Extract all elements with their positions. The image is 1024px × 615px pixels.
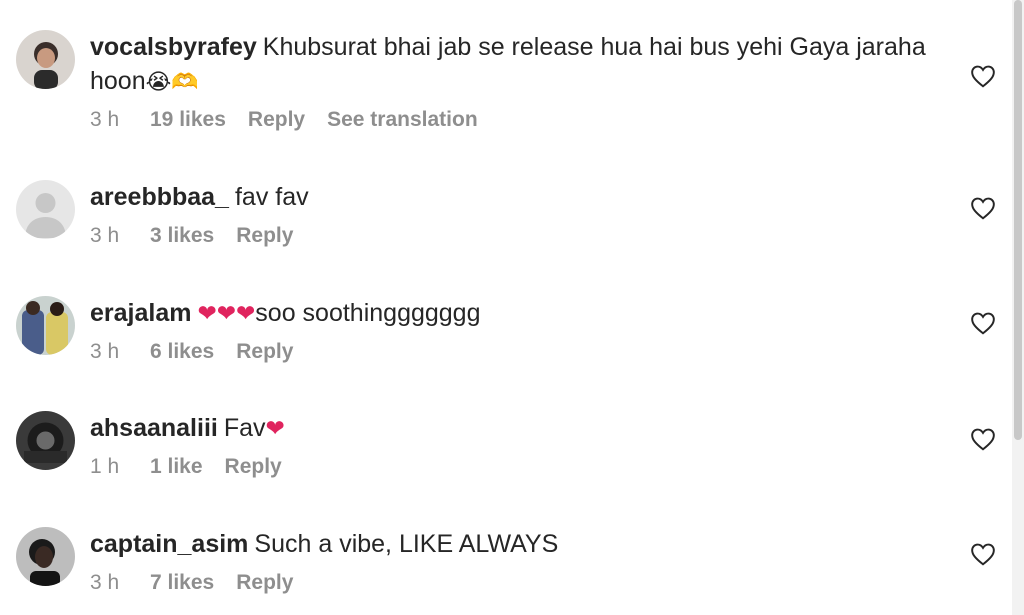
comment-likes[interactable]: 19 likes: [150, 108, 226, 132]
comment-body: soo soothinggggggg: [255, 299, 481, 327]
avatar[interactable]: [16, 411, 75, 470]
avatar[interactable]: [16, 30, 75, 89]
comment-text: captain_asim Such a vibe, LIKE ALWAYS: [90, 527, 950, 561]
comment-emoji: ❤❤❤: [197, 300, 256, 326]
comment-time: 3 h: [90, 571, 120, 594]
scrollbar-thumb[interactable]: [1014, 0, 1022, 440]
comment-meta: 3 h 6 likes Reply: [90, 340, 315, 364]
heart-outline-icon: [971, 65, 995, 88]
reply-button[interactable]: Reply: [225, 455, 282, 479]
avatar-photo-icon: [16, 411, 75, 470]
comment-username[interactable]: captain_asim: [90, 530, 248, 558]
avatar[interactable]: [16, 180, 75, 239]
reply-button[interactable]: Reply: [236, 340, 293, 364]
comment-text: areebbbaa_ fav fav: [90, 180, 950, 214]
comment-emoji: ❤: [265, 415, 285, 441]
scrollbar[interactable]: [1012, 0, 1024, 615]
like-button[interactable]: [970, 311, 996, 335]
comment-time: 1 h: [90, 455, 120, 478]
like-button[interactable]: [970, 542, 996, 566]
comment-emoji: 😭🫶: [145, 69, 199, 94]
comment-meta: 3 h 3 likes Reply: [90, 224, 315, 248]
avatar-photo-icon: [16, 527, 75, 586]
reply-button[interactable]: Reply: [236, 571, 293, 595]
heart-outline-icon: [971, 543, 995, 566]
comment-meta: 3 h 7 likes Reply: [90, 571, 315, 595]
like-button[interactable]: [970, 64, 996, 88]
avatar[interactable]: [16, 527, 75, 586]
comment-likes[interactable]: 3 likes: [150, 224, 214, 248]
comment-body: Fav: [223, 414, 266, 442]
heart-outline-icon: [971, 312, 995, 335]
reply-button[interactable]: Reply: [248, 108, 305, 132]
comment-time: 3 h: [90, 224, 120, 247]
comment-username[interactable]: erajalam: [90, 299, 191, 327]
comment-likes[interactable]: 6 likes: [150, 340, 214, 364]
heart-outline-icon: [971, 197, 995, 220]
see-translation-button[interactable]: See translation: [327, 108, 478, 132]
comment-username[interactable]: vocalsbyrafey: [90, 33, 257, 61]
default-avatar-icon: [16, 180, 75, 239]
comment-body: fav fav: [234, 183, 309, 211]
comment-time: 3 h: [90, 340, 120, 363]
comment-meta: 1 h 1 like Reply: [90, 455, 304, 479]
comment-meta: 3 h 19 likes Reply See translation: [90, 108, 478, 132]
heart-outline-icon: [971, 428, 995, 451]
reply-button[interactable]: Reply: [236, 224, 293, 248]
avatar-photo-icon: [16, 296, 75, 355]
comment-likes[interactable]: 1 like: [150, 455, 203, 479]
avatar-photo-icon: [16, 30, 75, 89]
comment-time: 3 h: [90, 108, 120, 131]
comment-text: erajalam ❤❤❤soo soothinggggggg: [90, 296, 950, 330]
avatar[interactable]: [16, 296, 75, 355]
like-button[interactable]: [970, 196, 996, 220]
comment-likes[interactable]: 7 likes: [150, 571, 214, 595]
comment-username[interactable]: areebbbaa_: [90, 183, 229, 211]
comment-body: Such a vibe, LIKE ALWAYS: [254, 530, 559, 558]
comment-username[interactable]: ahsaanaliii: [90, 414, 218, 442]
like-button[interactable]: [970, 427, 996, 451]
comment-text: ahsaanaliii Fav❤: [90, 411, 950, 445]
comment-text: vocalsbyrafey Khubsurat bhai jab se relea…: [90, 30, 950, 99]
